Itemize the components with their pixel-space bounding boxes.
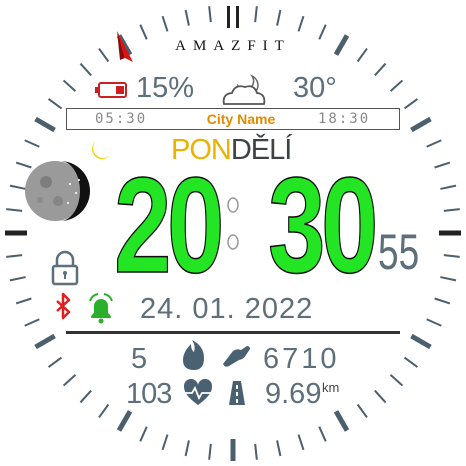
brand-logo: AMAZFIT (175, 38, 291, 54)
minute-tick (440, 276, 457, 282)
minute-tick (161, 15, 169, 32)
minute-tick (161, 434, 169, 451)
minute-tick (389, 79, 404, 92)
minute-tick (374, 389, 387, 404)
sunrise-time: 05:30 (95, 111, 148, 127)
flame-icon (183, 340, 204, 370)
lock-icon (51, 250, 79, 286)
minute-tick (47, 356, 63, 368)
distance-unit: km (322, 380, 340, 395)
time-seconds: 55 (378, 224, 420, 280)
minute-tick (443, 208, 460, 212)
minute-tick (434, 161, 451, 169)
bluetooth-icon (56, 292, 71, 320)
battery-icon (95, 82, 127, 98)
temperature-value: 30° (293, 72, 337, 104)
steps-value: 6710 (263, 343, 340, 375)
shoe-icon (223, 346, 250, 367)
minute-tick (6, 208, 23, 212)
heart-rate-icon (183, 378, 213, 405)
minute-tick (208, 443, 212, 460)
partly-cloudy-night-icon (222, 74, 266, 105)
sunset-time: 18:30 (318, 111, 371, 127)
minute-tick (443, 254, 460, 258)
tick-12-left (227, 6, 230, 28)
minute-tick (276, 9, 282, 26)
minute-tick (276, 440, 282, 457)
minute-tick (254, 443, 258, 460)
minute-tick (15, 161, 32, 169)
minute-tick (318, 426, 327, 442)
time-colon (227, 197, 239, 250)
hour-tick (410, 116, 432, 133)
minute-tick (208, 6, 212, 23)
divider (66, 331, 400, 334)
minute-tick (15, 297, 32, 305)
hour-tick (116, 410, 133, 432)
minute-tick (98, 403, 110, 419)
minute-tick (434, 297, 451, 305)
moon-phase-icon (25, 161, 90, 221)
alarm-icon (89, 293, 113, 324)
minute-tick (426, 139, 442, 148)
hour-tick (34, 333, 56, 350)
date-value: 24. 01. 2022 (140, 293, 314, 325)
minute-tick (139, 426, 148, 442)
hour-tick (410, 333, 432, 350)
hour-tick (34, 116, 56, 133)
minute-tick (297, 434, 305, 451)
minute-tick (6, 254, 23, 258)
minute-tick (24, 318, 40, 327)
minute-tick (47, 98, 63, 110)
minute-tick (356, 403, 368, 419)
minute-tick (297, 15, 305, 32)
minute-tick (374, 62, 387, 77)
distance-road-icon (229, 381, 245, 405)
distance-value: 9.69 (265, 378, 322, 410)
minute-tick (403, 98, 419, 110)
minute-tick (24, 139, 40, 148)
minute-tick (426, 318, 442, 327)
minute-tick (79, 389, 92, 404)
minute-tick (79, 62, 92, 77)
time-hours: 20 (114, 149, 226, 301)
minute-tick (9, 184, 26, 190)
minute-tick (440, 184, 457, 190)
minute-tick (62, 374, 77, 387)
minute-tick (403, 356, 419, 368)
heart-rate-value: 103 (126, 378, 172, 410)
city-name: City Name (206, 111, 276, 127)
hour-tick (333, 410, 350, 432)
minute-tick (184, 9, 190, 26)
minute-tick (254, 6, 258, 23)
calories-value: 5 (131, 343, 148, 375)
battery-value: 15% (136, 72, 195, 104)
time-minutes: 30 (268, 149, 380, 301)
minute-tick (9, 276, 26, 282)
minute-tick (184, 440, 190, 457)
crescent-moon-icon (91, 141, 110, 160)
minute-tick (62, 79, 77, 92)
tick-12-right (236, 6, 239, 28)
minute-tick (389, 374, 404, 387)
